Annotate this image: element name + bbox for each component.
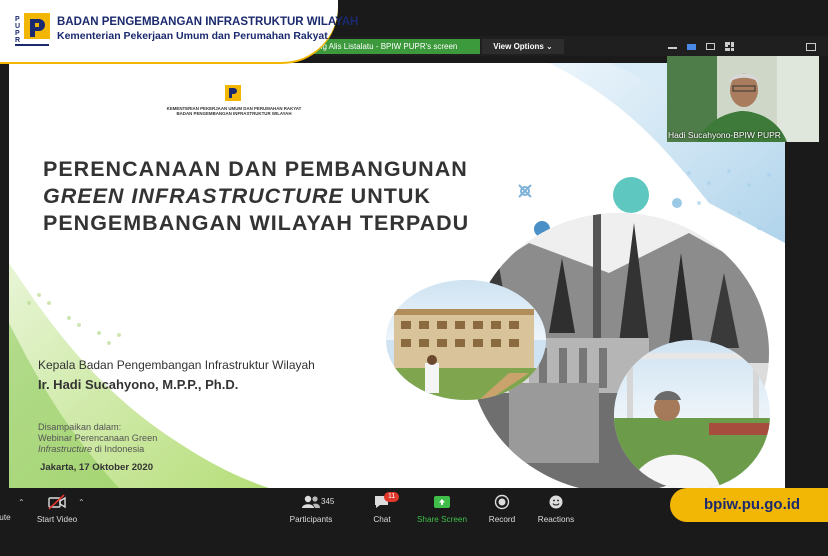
- svg-text:P: P: [15, 16, 20, 23]
- delivered-label: Disampaikan dalam:: [38, 422, 122, 432]
- share-screen-button[interactable]: Share Screen: [416, 494, 468, 524]
- slide-ministry-caption: KEMENTERIAN PEKERJAAN UMUM DAN PERUMAHAN…: [164, 106, 304, 116]
- org-title: BADAN PENGEMBANGAN INFRASTRUKTUR WILAYAH: [57, 16, 359, 28]
- record-icon: [494, 494, 510, 510]
- mute-options-chevron-icon[interactable]: ⌃: [18, 498, 25, 507]
- website-url-badge: bpiw.pu.go.id: [670, 488, 828, 522]
- thumbnail-strip-icon[interactable]: [706, 43, 715, 50]
- slide-title-italic: GREEN INFRASTRUCTURE: [43, 184, 344, 208]
- share-screen-icon: [434, 496, 450, 508]
- slide-pupr-logo-icon: [225, 85, 241, 101]
- chat-label: Chat: [373, 515, 391, 524]
- video-options-chevron-icon[interactable]: ⌃: [78, 498, 85, 507]
- svg-text:U: U: [15, 23, 20, 30]
- event-line2-rest: di Indonesia: [92, 444, 145, 454]
- website-url: bpiw.pu.go.id: [704, 496, 801, 513]
- slide-title-line3: PENGEMBANGAN WILAYAH TERPADU: [43, 211, 470, 235]
- slide-title-line2: GREEN INFRASTRUCTURE UNTUK: [43, 183, 469, 210]
- slide-title-line2-rest: UNTUK: [343, 184, 431, 208]
- svg-text:R: R: [15, 37, 20, 44]
- view-controls: [668, 40, 734, 54]
- chat-unread-badge: 11: [384, 492, 400, 502]
- reactions-icon: [549, 495, 563, 509]
- participants-icon: [302, 495, 320, 508]
- exit-fullscreen-icon[interactable]: [806, 43, 816, 51]
- slide-title: PERENCANAAN DAN PEMBANGUNAN GREEN INFRAS…: [43, 156, 469, 237]
- participant-name-label: Hadi Sucahyono-BPIW PUPR: [668, 130, 781, 140]
- record-label: Record: [488, 515, 516, 524]
- slide-ministry-line2: BADAN PENGEMBANGAN INFRASTRUKTUR WILAYAH: [176, 111, 292, 117]
- mute-label: ute: [0, 513, 11, 522]
- pupr-logo-icon: P U P R: [14, 11, 52, 49]
- share-screen-label: Share Screen: [416, 515, 468, 524]
- slide-title-line1: PERENCANAAN DAN PEMBANGUNAN: [43, 157, 468, 181]
- event-info: Disampaikan dalam: Webinar Perencanaan G…: [38, 422, 157, 455]
- gallery-view-icon[interactable]: [725, 42, 734, 51]
- event-line2-italic: Infrastructure: [38, 444, 93, 454]
- participants-button[interactable]: 345 Participants: [288, 494, 334, 524]
- svg-text:P: P: [15, 30, 20, 37]
- event-line1: Webinar Perencanaan Green: [38, 433, 158, 443]
- start-video-label: Start Video: [36, 515, 78, 524]
- mic-icon: [0, 494, 12, 510]
- participants-label: Participants: [289, 515, 333, 524]
- record-button[interactable]: Record: [486, 494, 518, 524]
- reactions-button[interactable]: Reactions: [536, 494, 576, 524]
- participants-count: 345: [321, 497, 335, 506]
- speaker-role: Kepala Badan Pengembangan Infrastruktur …: [38, 358, 315, 372]
- video-off-icon: [48, 494, 66, 510]
- minimize-icon[interactable]: [668, 47, 677, 49]
- event-line2: Infrastructure di Indonesia: [38, 444, 157, 455]
- start-video-button[interactable]: Start Video: [34, 494, 80, 524]
- speaker-name: Ir. Hadi Sucahyono, M.P.P., Ph.D.: [38, 377, 239, 392]
- mute-button[interactable]: ute: [0, 494, 12, 522]
- chat-button[interactable]: 11 Chat: [370, 492, 400, 524]
- reactions-label: Reactions: [537, 515, 575, 524]
- org-header: P U P R BADAN PENGEMBANGAN INFRASTRUKTUR…: [0, 0, 358, 62]
- event-date: Jakarta, 17 Oktober 2020: [40, 462, 154, 473]
- org-subtitle: Kementerian Pekerjaan Umum dan Perumahan…: [57, 30, 328, 42]
- speaker-view-icon[interactable]: [687, 44, 696, 50]
- view-options-button[interactable]: View Options ⌄: [482, 39, 564, 54]
